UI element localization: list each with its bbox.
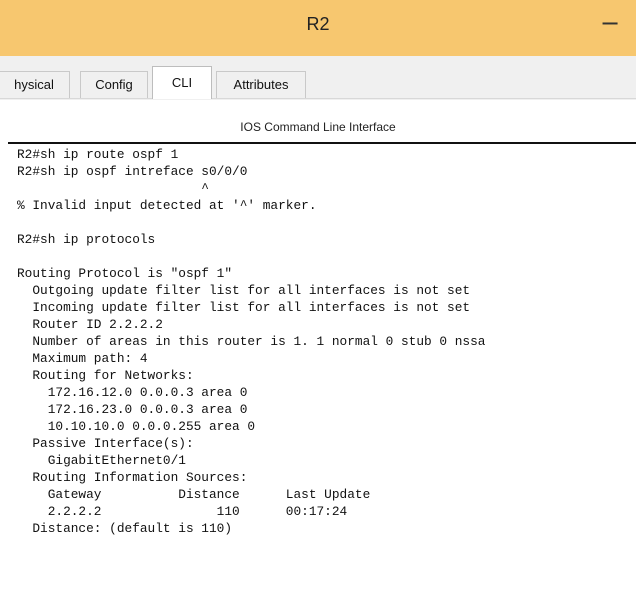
- cli-line: [17, 248, 629, 265]
- cli-line: GigabitEthernet0/1: [17, 453, 186, 468]
- cli-line: Router ID 2.2.2.2: [17, 317, 163, 332]
- cli-line: R2#sh ip protocols: [17, 232, 156, 247]
- window-titlebar[interactable]: R2 −: [0, 0, 636, 57]
- router-window: R2 − hysical Config CLI Attributes IOS C…: [0, 0, 636, 591]
- cli-line: [17, 214, 629, 231]
- cli-line: 172.16.12.0 0.0.0.3 area 0: [17, 385, 248, 400]
- cli-line: 10.10.10.0 0.0.0.255 area 0: [17, 419, 256, 434]
- window-title: R2: [306, 14, 330, 34]
- cli-line: % Invalid input detected at '^' marker.: [17, 198, 317, 213]
- cli-line: Passive Interface(s):: [17, 436, 194, 451]
- cli-line: Maximum path: 4: [17, 351, 148, 366]
- cli-line: Gateway Distance Last Update: [17, 487, 371, 502]
- cli-header: IOS Command Line Interface: [0, 100, 636, 142]
- cli-line: Incoming update filter list for all inte…: [17, 300, 471, 315]
- tab-divider: [0, 98, 636, 99]
- cli-output[interactable]: R2#sh ip route ospf 1 R2#sh ip ospf intr…: [17, 146, 629, 584]
- tab-attributes[interactable]: Attributes: [216, 71, 306, 98]
- cli-section-title: IOS Command Line Interface: [240, 120, 396, 134]
- cli-divider: [8, 142, 636, 144]
- cli-line: Distance: (default is 110): [17, 521, 233, 536]
- cli-line: 2.2.2.2 110 00:17:24: [17, 504, 348, 519]
- tab-cli[interactable]: CLI: [152, 66, 212, 99]
- cli-line: Number of areas in this router is 1. 1 n…: [17, 334, 486, 349]
- cli-line: 172.16.23.0 0.0.0.3 area 0: [17, 402, 248, 417]
- tab-physical[interactable]: hysical: [0, 71, 70, 98]
- cli-line: Routing for Networks:: [17, 368, 194, 383]
- cli-line: ^: [17, 181, 209, 196]
- cli-line: R2#sh ip route ospf 1: [17, 147, 179, 162]
- minimize-icon[interactable]: −: [600, 10, 620, 40]
- cli-line: Routing Information Sources:: [17, 470, 248, 485]
- cli-line: Outgoing update filter list for all inte…: [17, 283, 471, 298]
- cli-line: R2#sh ip ospf intreface s0/0/0: [17, 164, 248, 179]
- cli-line: Routing Protocol is "ospf 1": [17, 266, 233, 281]
- tab-bar: hysical Config CLI Attributes: [0, 56, 636, 100]
- tab-config[interactable]: Config: [80, 71, 148, 98]
